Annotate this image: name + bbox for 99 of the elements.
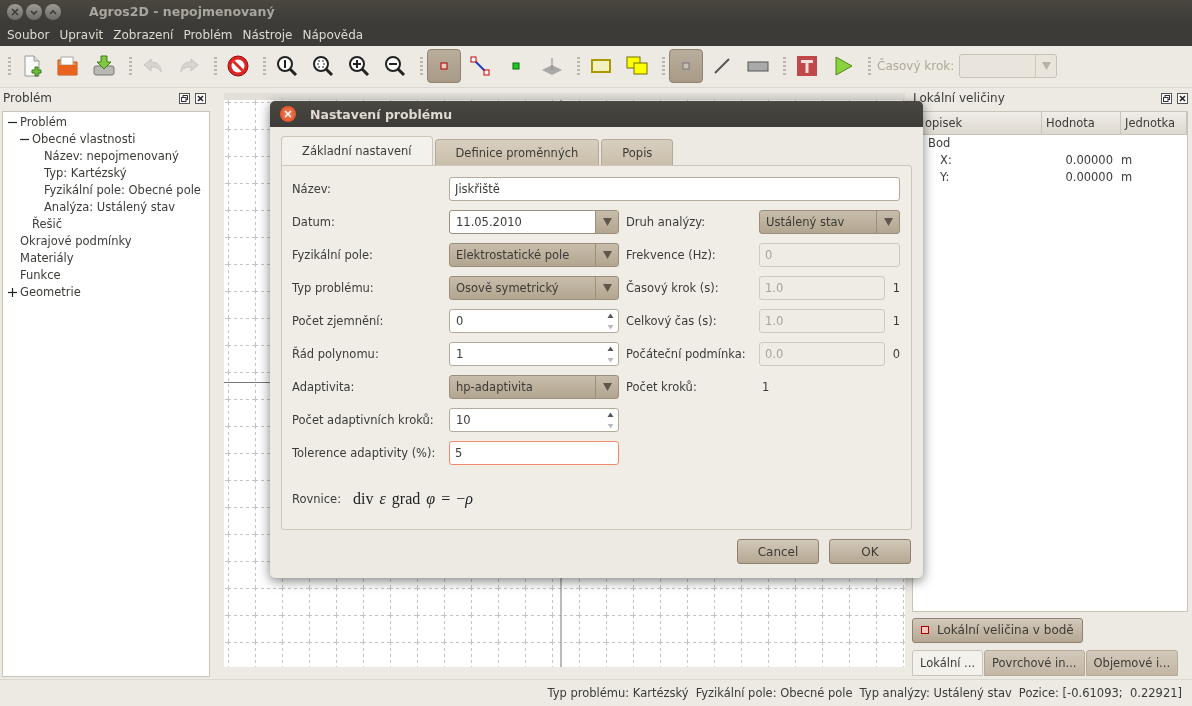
column-header[interactable]: Hodnota bbox=[1042, 111, 1121, 134]
time-step-label: Časový krok: bbox=[877, 59, 955, 74]
spin-arrows-icon[interactable] bbox=[607, 344, 614, 364]
field-label: Celkový čas (s): bbox=[626, 314, 718, 328]
menu-item[interactable]: Soubor bbox=[3, 27, 54, 42]
maximize-icon bbox=[48, 7, 58, 17]
panel-title: Problém bbox=[3, 91, 53, 106]
dropdown-arrow-icon bbox=[602, 284, 612, 292]
column-header[interactable]: Jednotka bbox=[1121, 111, 1187, 134]
panel-tab[interactable]: Lokální ... bbox=[912, 649, 984, 676]
local-value-button[interactable]: Lokální veličina v bodě bbox=[912, 617, 1083, 643]
field-label: Adaptivita: bbox=[292, 380, 356, 394]
table-cell: m bbox=[1121, 170, 1133, 185]
minimize-icon bbox=[29, 7, 39, 17]
table-cell: Bod bbox=[928, 136, 951, 151]
equation: div ε grad φ = −ρ bbox=[353, 490, 473, 508]
menu-item[interactable]: Upravit bbox=[55, 27, 108, 42]
window-title: Agros2D - nepojmenovaný bbox=[89, 4, 275, 20]
status-text: Fyzikální pole: Obecné pole bbox=[695, 686, 853, 700]
status-text: Pozice: [-0.61093; 0.22921] bbox=[1018, 686, 1182, 700]
field-label: Časový krok (s): bbox=[626, 281, 720, 295]
tab[interactable]: Definice proměnných bbox=[434, 139, 600, 165]
status-text: Typ analýzy: Ustálený stav bbox=[859, 686, 1012, 700]
tree-item[interactable]: Název: nepojmenovaný bbox=[44, 149, 179, 164]
dialog-title: Nastavení problému bbox=[310, 106, 453, 122]
tree-item[interactable]: Typ: Kartézský bbox=[44, 166, 127, 181]
dropdown-arrow-icon bbox=[602, 218, 612, 226]
field-label: Počet adaptivních kroků: bbox=[292, 413, 435, 427]
tree-item[interactable]: Funkce bbox=[20, 268, 61, 283]
status-text: Typ problému: Kartézský bbox=[547, 686, 689, 700]
dropdown[interactable]: Ustálený stav bbox=[759, 210, 900, 234]
field-label: Počáteční podmínka: bbox=[626, 347, 747, 361]
dropdown-arrow-icon bbox=[1041, 62, 1051, 71]
value-text: 0 bbox=[891, 347, 900, 361]
maximize-button[interactable] bbox=[45, 4, 61, 20]
close-icon[interactable] bbox=[195, 92, 206, 104]
panel-tab[interactable]: Povrchové in... bbox=[984, 649, 1085, 676]
spin-box[interactable]: 10 bbox=[449, 408, 619, 432]
value-text: 1 bbox=[891, 281, 900, 295]
menu-item[interactable]: Zobrazení bbox=[109, 27, 178, 42]
spin-box[interactable]: 0 bbox=[449, 309, 619, 333]
field-label: Fyzikální pole: bbox=[292, 248, 374, 262]
field-label: Typ problému: bbox=[292, 281, 375, 295]
tab[interactable]: Základní nastavení bbox=[281, 136, 433, 165]
tree-item[interactable]: Fyzikální pole: Obecné pole bbox=[44, 183, 201, 198]
dropdown[interactable]: hp-adaptivita bbox=[449, 375, 619, 399]
dropdown[interactable]: Elektrostatické pole bbox=[449, 243, 619, 267]
tab[interactable]: Popis bbox=[601, 139, 674, 165]
text-field[interactable]: 5 bbox=[449, 441, 619, 465]
table-cell: 0.00000 bbox=[1065, 170, 1113, 185]
minimize-button[interactable] bbox=[26, 4, 42, 20]
close-icon bbox=[284, 110, 292, 118]
cancel-button[interactable]: Cancel bbox=[737, 539, 819, 564]
close-button[interactable] bbox=[280, 106, 296, 122]
tree-item[interactable]: Geometrie bbox=[20, 285, 81, 300]
menu-item[interactable]: Problém bbox=[179, 27, 237, 42]
tree-item[interactable]: Okrajové podmínky bbox=[20, 234, 132, 249]
table-cell: 0.00000 bbox=[1065, 153, 1113, 168]
close-icon[interactable] bbox=[1177, 92, 1188, 104]
dropdown-arrow-icon bbox=[883, 218, 893, 226]
close-icon bbox=[10, 7, 20, 17]
table-cell: X: bbox=[940, 153, 952, 168]
field-label: Frekvence (Hz): bbox=[626, 248, 717, 262]
node-icon bbox=[921, 626, 929, 635]
tree-item[interactable]: Analýza: Ustálený stav bbox=[44, 200, 176, 215]
float-icon[interactable] bbox=[179, 92, 190, 104]
field-label: Rovnice: bbox=[292, 492, 342, 506]
expand-icon[interactable] bbox=[8, 287, 17, 297]
float-icon[interactable] bbox=[1161, 92, 1172, 104]
spin-box[interactable]: 1 bbox=[449, 342, 619, 366]
field-label: Tolerence adaptivity (%): bbox=[292, 446, 437, 460]
panel-tab[interactable]: Objemové i... bbox=[1085, 649, 1179, 676]
tree-item[interactable]: Materiály bbox=[20, 251, 74, 266]
panel-title: Lokální veličiny bbox=[913, 91, 1005, 106]
table-cell: Y: bbox=[940, 170, 950, 185]
spin-arrows-icon[interactable] bbox=[607, 311, 614, 331]
value-text: 1 bbox=[891, 314, 900, 328]
dropdown-arrow-icon bbox=[602, 251, 612, 259]
dropdown-arrow-icon bbox=[602, 383, 612, 391]
spin-arrows-icon[interactable] bbox=[607, 410, 614, 430]
tree-item[interactable]: Obecné vlastnosti bbox=[32, 132, 136, 147]
tree-item[interactable]: Řešič bbox=[32, 217, 63, 232]
field-label: Název: bbox=[292, 182, 332, 196]
menu-item[interactable]: Nástroje bbox=[238, 27, 297, 42]
square-icon[interactable] bbox=[669, 49, 703, 84]
menu-item[interactable]: Nápověda bbox=[298, 27, 368, 42]
field-label: Počet kroků: bbox=[626, 380, 698, 394]
ok-button[interactable]: OK bbox=[829, 539, 911, 564]
date-dropdown[interactable]: 11.05.2010 bbox=[449, 210, 619, 234]
dropdown[interactable]: Osově symetrický bbox=[449, 276, 619, 300]
table-cell: m bbox=[1121, 153, 1133, 168]
field-label: Druh analýzy: bbox=[626, 215, 707, 229]
node-icon[interactable] bbox=[427, 49, 461, 84]
text-field[interactable]: Jiskřiště bbox=[449, 177, 900, 201]
tree-item[interactable]: Problém bbox=[20, 115, 68, 130]
field-label: Počet zjemnění: bbox=[292, 314, 385, 328]
field-label: Řád polynomu: bbox=[292, 347, 380, 361]
field-label: Datum: bbox=[292, 215, 336, 229]
value-text: 1 bbox=[761, 379, 770, 396]
